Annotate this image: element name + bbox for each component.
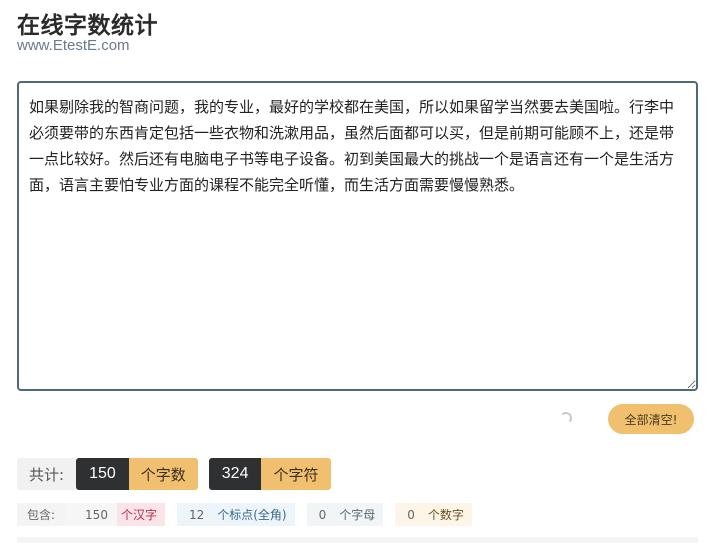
word-count-unit: 个字数 [128,458,198,490]
word-count-pill: 150 个字数 [76,458,198,490]
char-count-value: 324 [208,458,262,490]
loading-spinner-icon [560,412,572,424]
totals-label: 共计: [17,458,77,490]
letter-unit: 个字母 [339,508,376,522]
site-url: www.EtestE.com [17,37,130,54]
details-label: 包含: [17,503,66,526]
digit-count: 0 [407,507,415,522]
hanzi-unit: 个汉字 [116,503,165,526]
clear-all-button[interactable]: 全部清空! [608,404,694,434]
punct-count: 12 [188,507,205,522]
punct-unit: 个标点(全角) [217,508,287,522]
details-bar: 包含: 150 个汉字 12 个标点(全角) 0 个字母 0 个数字 [17,503,472,526]
letter-count: 0 [318,507,327,522]
bottom-panel [17,537,698,543]
totals-bar: 共计: 150 个字数 324 个字符 [17,458,331,490]
punct-chip: 12 个标点(全角) [176,503,295,526]
text-input[interactable]: 如果剔除我的智商问题，我的专业，最好的学校都在美国，所以如果留学当然要去美国啦。… [17,81,698,391]
digit-chip: 0 个数字 [395,503,472,526]
char-count-unit: 个字符 [261,458,331,490]
page-title: 在线字数统计 [17,13,158,39]
letter-chip: 0 个字母 [306,503,384,526]
word-count-value: 150 [76,458,129,490]
hanzi-count: 150 [65,503,117,526]
digit-unit: 个数字 [427,508,464,522]
hanzi-chip: 150 个汉字 [65,503,165,526]
char-count-pill: 324 个字符 [208,458,331,490]
